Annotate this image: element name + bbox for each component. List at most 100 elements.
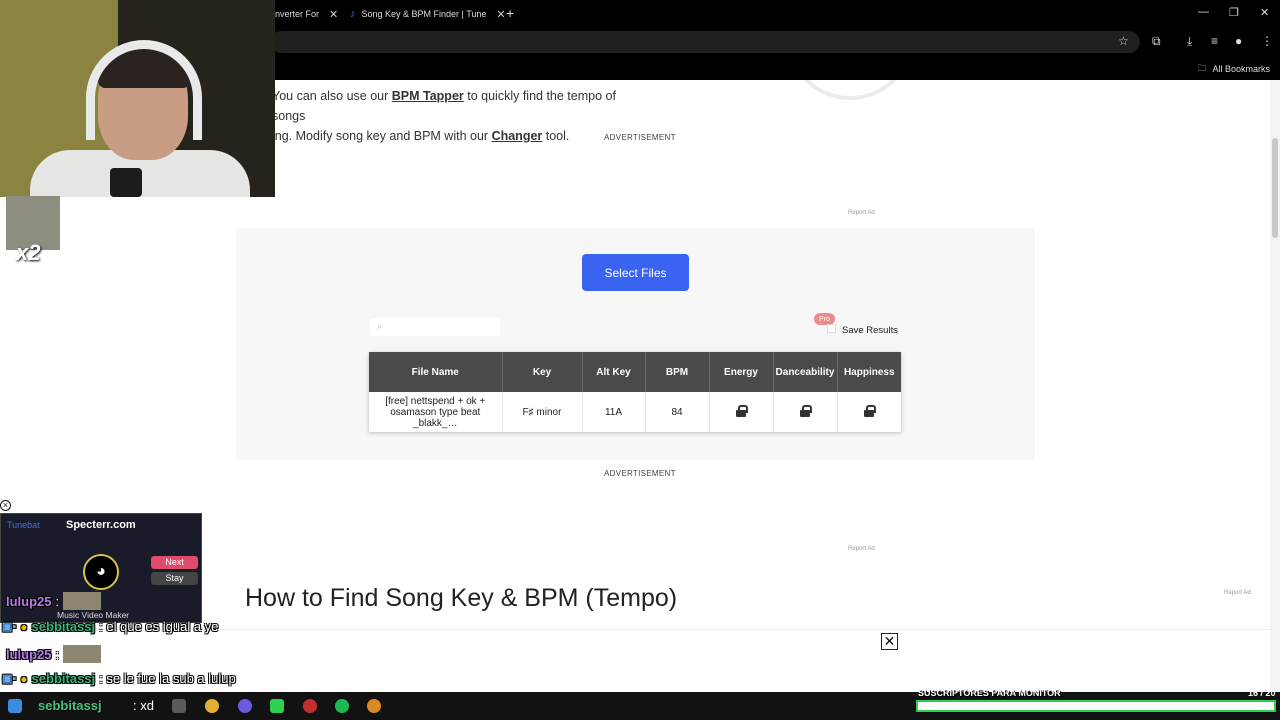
bpm-tapper-link[interactable]: BPM Tapper [392,89,464,103]
subscriber-goal-label: SUSCRIPTORES PARA MONITOR [918,688,1061,698]
subscriber-goal-count: 16 / 20 [1248,688,1276,698]
obs-icon[interactable] [238,699,252,713]
avatar-multiplier-label: x2 [16,240,41,265]
lock-icon [800,404,812,417]
address-bar[interactable] [270,31,1140,53]
tab-tunebat[interactable]: ♪ Song Key & BPM Finder | Tune ✕ [350,4,506,24]
subscriber-goal-bar [916,700,1276,712]
chat-message: lulup25 : [6,592,102,610]
table-header-row: File Name Key Alt Key BPM Energy Danceab… [369,352,901,392]
lock-icon [864,404,877,417]
extensions-icon[interactable]: ⧉ [1152,34,1161,49]
intro-text-part: You can also use our [272,89,392,103]
close-window-button[interactable]: ✕ [1260,6,1269,19]
table-row: [free] nettspend + ok + osamason type be… [369,392,901,432]
coin-icon: ● [20,671,28,686]
advertisement-label: ADVERTISEMENT [604,133,676,142]
cell-alt-key: 11A [582,392,646,432]
cell-key: F♯ minor [502,392,583,432]
app-icon[interactable] [367,699,381,713]
select-files-button[interactable]: Select Files [582,254,689,291]
kick-icon[interactable] [270,699,284,713]
folder-icon: 🗀 [1197,63,1207,73]
chat-message: ▣▪ ● sebbitassj : se le fue la sub a lul… [2,671,236,686]
profile-icon[interactable]: ● [1235,34,1242,48]
column-header-key[interactable]: Key [502,352,583,392]
close-icon[interactable]: ✕ [496,8,505,21]
search-input[interactable]: ⌕ [370,318,500,336]
how-to-heading: How to Find Song Key & BPM (Tempo) [245,584,678,612]
store-icon[interactable] [172,699,186,713]
widget-brand: Tunebat [7,520,40,530]
media-icon[interactable]: ≡ [1211,34,1218,48]
download-icon[interactable]: ⤓ [1187,34,1192,49]
new-tab-button[interactable]: + [506,5,514,21]
menu-icon[interactable]: ⋮ [1261,34,1273,48]
app-icon[interactable] [303,699,317,713]
chat-text: : el que es igual a ye [99,619,219,634]
decorative-circle [790,80,910,100]
chat-username: lulup25 [6,646,52,662]
chat-emote [63,645,102,663]
column-header-energy[interactable]: Energy [709,352,774,392]
chat-username: sebbitassj [31,619,96,634]
page-scrollbar[interactable] [1270,80,1280,692]
report-ad-link[interactable]: Report Ad [1224,590,1251,596]
key-bpm-tool-panel: Select Files ⌕ Pro Save Results File Nam… [236,228,1035,460]
intro-text-part: tool. [542,129,570,143]
scrollbar-thumb[interactable] [1272,138,1278,238]
close-icon[interactable]: × [0,500,11,511]
close-icon[interactable]: ✕ [881,633,898,650]
cell-energy [709,392,774,432]
cell-danceability [773,392,838,432]
microphone [110,168,142,197]
column-header-bpm[interactable]: BPM [645,352,710,392]
chat-message: ▣▪ ● sebbitassj : el que es igual a ye [2,619,218,634]
report-ad-link[interactable]: Report Ad [848,546,875,552]
chat-text: : [55,646,60,662]
widget-site: Specterr.com [66,519,136,531]
chat-username: sebbitassj [38,698,102,713]
close-icon[interactable]: ✕ [329,8,338,21]
music-note-icon: ♪ [350,8,356,20]
column-header-alt-key[interactable]: Alt Key [582,352,646,392]
chat-emote [63,592,102,610]
restore-button[interactable]: ❐ [1229,6,1239,19]
intro-text: You can also use our BPM Tapper to quick… [272,86,652,146]
lock-icon [736,404,748,417]
chat-badges-icon: ▣▪ [2,673,17,685]
results-table: File Name Key Alt Key BPM Energy Danceab… [369,352,901,432]
cell-file-name: [free] nettspend + ok + osamason type be… [369,392,503,432]
next-button[interactable]: Next [151,556,198,569]
chrome-icon[interactable] [205,699,219,713]
all-bookmarks-button[interactable]: 🗀 All Bookmarks [1197,61,1270,77]
coin-icon: ● [20,619,28,634]
chat-username: sebbitassj [31,671,96,686]
changer-link[interactable]: Changer [492,129,543,143]
cell-happiness [837,392,901,432]
save-results-checkbox[interactable] [827,324,836,333]
chat-message: lulup25 : [6,645,102,663]
column-header-danceability[interactable]: Danceability [773,352,838,392]
advertisement-label: ADVERTISEMENT [604,469,676,478]
chat-badges-icon: ▣▪ [2,621,17,633]
minimize-button[interactable]: — [1198,6,1209,18]
column-header-file-name[interactable]: File Name [369,352,503,392]
ghost-logo-icon: ◕ [83,554,119,590]
tab-label: Song Key & BPM Finder | Tune [361,9,487,19]
tab-label: onverter For [270,9,320,19]
stay-button[interactable]: Stay [151,572,198,585]
column-header-happiness[interactable]: Happiness [837,352,901,392]
all-bookmarks-label: All Bookmarks [1212,64,1270,74]
report-ad-link[interactable]: Report Ad [848,210,875,216]
taskbar: sebbitassj : xd SUSCRIPTORES PARA MONITO… [0,688,1280,720]
start-icon[interactable] [8,699,22,713]
chat-text: : xd [133,698,154,713]
star-icon[interactable]: ☆ [1118,34,1129,48]
intro-text-part: ing. Modify song key and BPM with our [272,129,492,143]
tab-converter[interactable]: onverter For ✕ [270,4,338,24]
chat-username: lulup25 [6,593,52,609]
webcam-overlay [0,0,275,197]
spotify-icon[interactable] [335,699,349,713]
chat-text: : [55,593,60,609]
